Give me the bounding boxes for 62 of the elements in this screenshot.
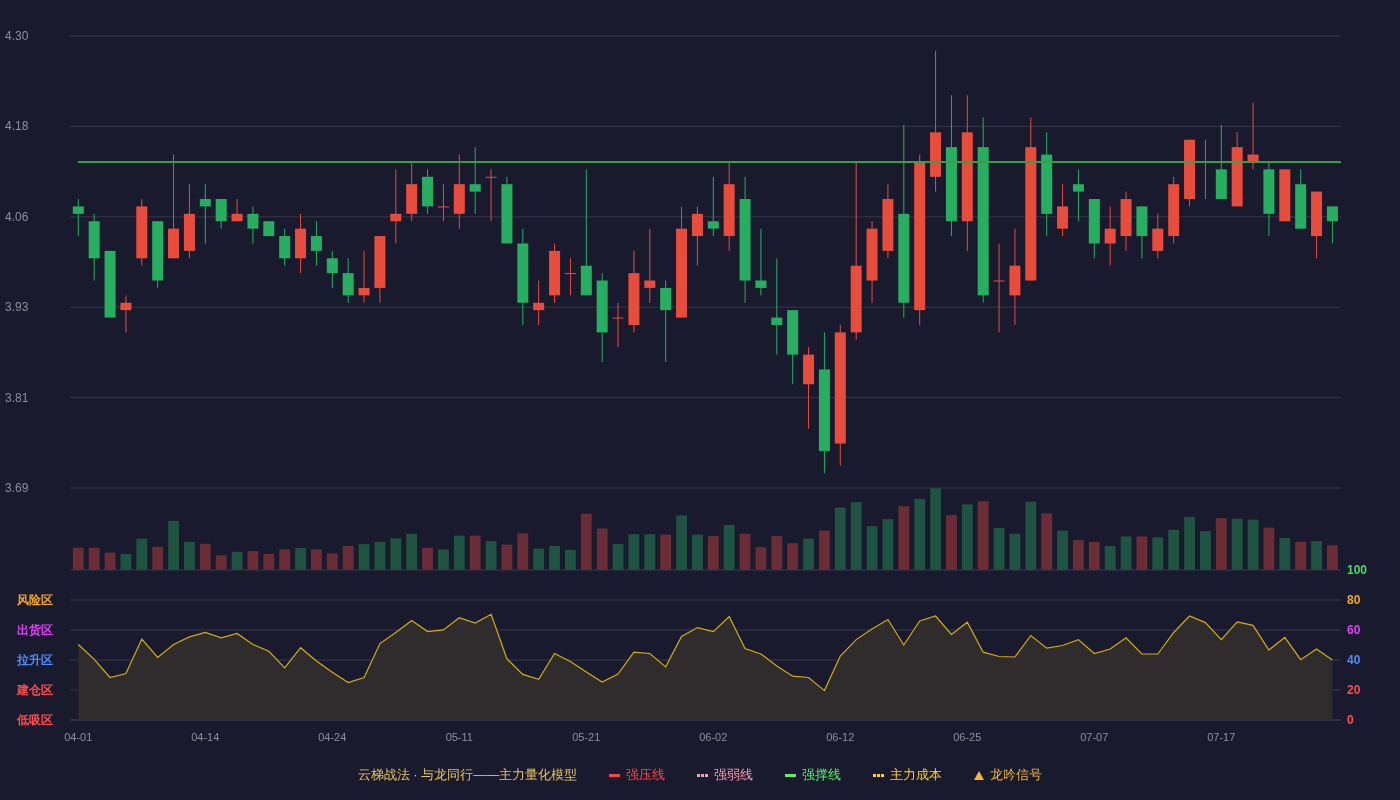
date-label: 06-02 — [699, 731, 728, 743]
candlestick — [215, 198, 227, 230]
candlestick — [660, 280, 672, 363]
candlestick — [485, 168, 497, 222]
legend-label: 强压线 — [626, 766, 666, 784]
candlestick — [755, 228, 767, 296]
price-axis-label: 3.81 — [5, 390, 29, 405]
candlestick — [771, 257, 783, 356]
legend-title: 云梯战法 · 与龙同行——主力量化模型 — [357, 766, 578, 784]
date-label: 05-11 — [445, 731, 473, 743]
candlestick — [993, 242, 1005, 333]
candlestick — [310, 220, 322, 267]
candlestick — [390, 168, 402, 244]
axis-tick-label: 60 — [1347, 623, 1361, 637]
zone-label: 风险区 — [17, 593, 53, 607]
price-axis-label: 3.93 — [5, 300, 29, 315]
candlestick — [342, 257, 354, 304]
candlestick — [437, 183, 449, 222]
candlestick — [1104, 205, 1116, 267]
candlestick — [72, 198, 84, 237]
zone-label: 拉升区 — [17, 653, 53, 667]
candlestick — [120, 294, 132, 333]
date-label: 06-12 — [826, 731, 855, 743]
date-label: 04-01 — [64, 731, 93, 743]
candlestick — [1057, 183, 1069, 237]
axis-tick-label: 80 — [1347, 593, 1361, 607]
legend-label: 主力成本 — [890, 766, 943, 784]
axis-tick-label: 40 — [1347, 653, 1361, 667]
candlestick — [612, 302, 624, 348]
date-label: 04-24 — [318, 731, 347, 743]
candlestick — [247, 205, 259, 244]
candlestick — [644, 228, 656, 304]
zone-label: 低吸区 — [17, 713, 53, 727]
axis-tick-label: 20 — [1347, 683, 1361, 697]
date-label: 04-14 — [191, 731, 220, 743]
candlestick — [533, 280, 545, 326]
legend-label: 龙吟信号 — [990, 766, 1043, 784]
candlestick — [564, 257, 576, 296]
candlestick — [691, 205, 703, 267]
date-label: 07-07 — [1080, 731, 1109, 743]
price-axis-label: 3.69 — [5, 481, 29, 495]
candlestick — [1152, 213, 1164, 259]
legend-label: 强弱线 — [714, 766, 754, 784]
candlestick — [358, 250, 370, 304]
axis-tick-label: 100 — [1347, 563, 1368, 577]
price-axis-label: 4.06 — [5, 209, 29, 224]
candlestick — [326, 250, 338, 289]
candlestick — [279, 228, 291, 267]
candlestick — [1072, 168, 1084, 222]
candlestick — [707, 176, 719, 237]
price-axis-label: 4.18 — [5, 119, 29, 134]
axis-tick-label: 0 — [1347, 713, 1354, 727]
date-label: 06-25 — [953, 731, 982, 743]
date-label: 07-17 — [1207, 731, 1236, 743]
price-axis-label: 4.30 — [5, 29, 29, 43]
date-label: 05-21 — [572, 731, 601, 743]
candlestick — [199, 183, 211, 244]
candlestick — [1326, 205, 1338, 244]
zone-label: 建仓区 — [17, 683, 53, 697]
zone-label: 出货区 — [17, 623, 53, 637]
candlestick — [469, 146, 481, 215]
legend-label: 强撑线 — [802, 766, 842, 784]
